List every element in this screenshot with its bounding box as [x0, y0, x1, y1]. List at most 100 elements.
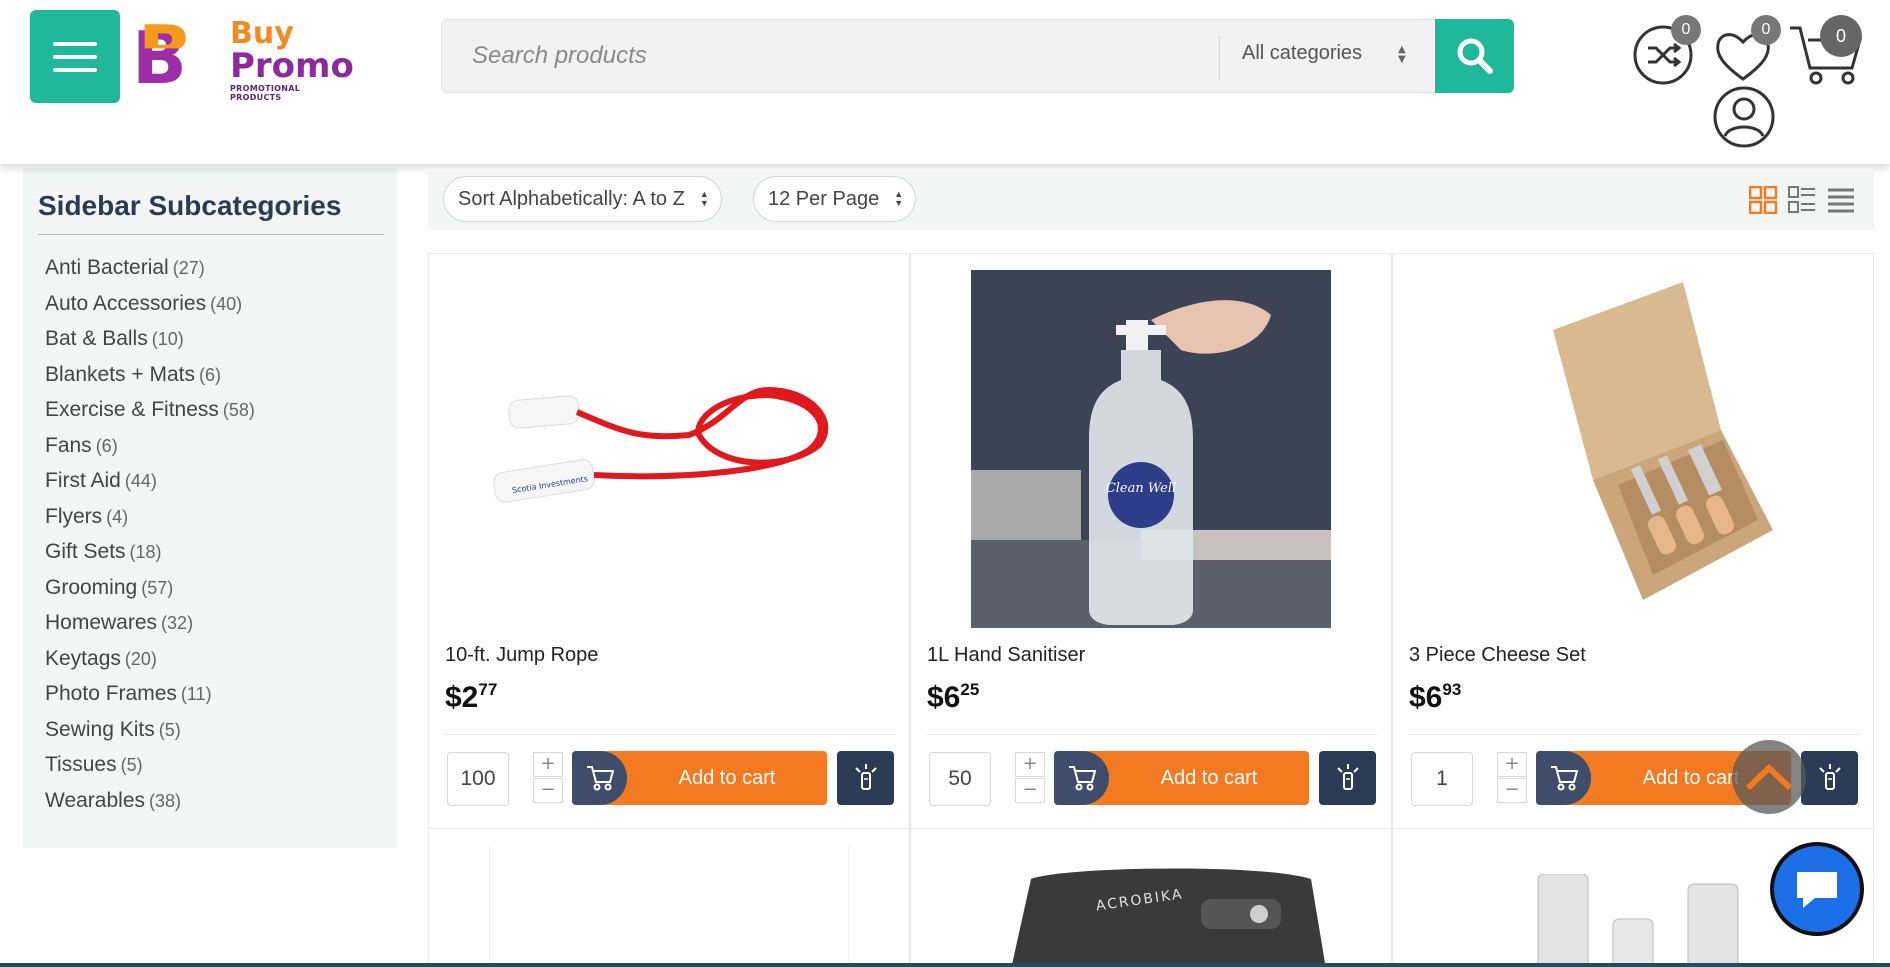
search-input[interactable] — [472, 42, 1192, 70]
price-dollars: $6 — [927, 681, 961, 714]
product-image[interactable]: Clean Well — [971, 270, 1331, 628]
subcategory-item[interactable]: First Aid (44) — [45, 469, 255, 505]
quick-quote-button[interactable] — [837, 751, 894, 805]
product-image[interactable] — [489, 845, 849, 967]
price-cents: 93 — [1442, 680, 1462, 699]
quantity-increase-button[interactable]: + — [533, 752, 563, 777]
subcategory-label: Photo Frames — [45, 682, 177, 705]
quantity-increase-button[interactable]: + — [1497, 752, 1527, 777]
subcategory-label: Grooming — [45, 575, 138, 599]
subcategory-count: (38) — [149, 790, 182, 811]
sort-select[interactable]: Sort Alphabetically: A to Z ▲ ▼ — [443, 176, 722, 222]
subcategory-item[interactable]: Bat & Balls (10) — [45, 327, 255, 363]
search-bar: All categories ▲▼ — [441, 19, 1514, 93]
product-image[interactable] — [1453, 270, 1813, 628]
product-price: $625 — [927, 680, 979, 715]
subcategory-item[interactable]: Photo Frames (11) — [45, 682, 255, 718]
subcategory-item[interactable]: Homewares (32) — [45, 611, 255, 647]
subcategory-count: (58) — [222, 400, 255, 420]
quantity-decrease-button[interactable]: − — [1497, 778, 1527, 803]
subcategory-item[interactable]: Wearables (38) — [45, 789, 255, 825]
quantity-input[interactable]: 50 — [929, 752, 991, 806]
chat-button[interactable] — [1770, 842, 1864, 936]
subcategory-count: (10) — [151, 329, 184, 349]
cart-icon — [1536, 751, 1591, 805]
subcategory-item[interactable]: Sewing Kits (5) — [45, 718, 255, 754]
subcategory-count: (5) — [158, 719, 181, 740]
bottles-image[interactable] — [1513, 874, 1773, 967]
add-to-cart-label: Add to cart — [678, 767, 776, 789]
subcategory-item[interactable]: Anti Bacterial (27) — [45, 256, 255, 292]
subcategory-item[interactable]: Grooming (57) — [45, 576, 255, 612]
subcategory-item[interactable]: Fans (6) — [45, 434, 255, 470]
divider — [1409, 734, 1859, 735]
product-toolbar: Sort Alphabetically: A to Z ▲ ▼ 12 Per Pa… — [428, 172, 1874, 230]
select-arrows-icon: ▲ ▼ — [699, 189, 709, 208]
add-to-cart-label: Add to cart — [1160, 767, 1258, 789]
subcategory-label: Flyers — [45, 504, 103, 528]
per-page-select[interactable]: 12 Per Page ▲ ▼ — [753, 176, 917, 222]
back-to-top-button[interactable] — [1732, 740, 1806, 814]
select-arrows-icon: ▲ ▼ — [894, 189, 904, 208]
product-name[interactable]: 10-ft. Jump Rope — [445, 644, 598, 667]
price-cents: 77 — [478, 680, 498, 699]
subcategory-count: (6) — [95, 435, 118, 456]
product-name[interactable]: 3 Piece Cheese Set — [1409, 644, 1586, 667]
menu-toggle-button[interactable] — [30, 10, 120, 103]
divider — [1219, 36, 1220, 80]
subcategory-item[interactable]: Exercise & Fitness (58) — [45, 398, 255, 434]
quick-quote-button[interactable] — [1801, 751, 1858, 805]
add-to-cart-button[interactable]: Add to cart — [572, 751, 827, 805]
quantity-increase-button[interactable]: + — [1015, 752, 1045, 777]
small-list-view-icon — [1788, 186, 1815, 213]
subcategory-count: (32) — [161, 613, 194, 633]
subcategory-count: (18) — [129, 542, 162, 562]
subcategory-item[interactable]: Flyers (4) — [45, 505, 255, 541]
subcategory-label: Exercise & Fitness — [45, 398, 219, 421]
sidebar-title: Sidebar Subcategories — [38, 190, 342, 221]
divider — [445, 734, 895, 735]
quantity-decrease-button[interactable]: − — [533, 778, 563, 803]
subcategory-item[interactable]: Tissues (5) — [45, 753, 255, 789]
search-button[interactable] — [1435, 19, 1514, 93]
quick-quote-button[interactable] — [1319, 751, 1376, 805]
user-icon — [1713, 86, 1775, 148]
wishlist-count-badge: 0 — [1751, 15, 1781, 45]
subcategory-label: First Aid — [45, 469, 121, 492]
bulb-icon — [854, 764, 877, 790]
subcategory-label: Tissues — [45, 753, 117, 776]
subcategory-label: Sewing Kits — [45, 717, 155, 741]
category-select[interactable]: All categories — [1242, 42, 1402, 65]
subcategory-item[interactable]: Blankets + Mats (6) — [45, 363, 255, 399]
subcategory-item[interactable]: Keytags (20) — [45, 647, 255, 683]
grid-view-button[interactable] — [1748, 185, 1778, 215]
subcategory-count: (4) — [106, 506, 129, 527]
subcategory-item[interactable]: Gift Sets (18) — [45, 540, 255, 576]
subcategory-count: (44) — [124, 471, 157, 491]
product-image[interactable]: Scotia Investments — [489, 270, 849, 628]
price-cents: 25 — [960, 680, 980, 699]
bulb-icon — [1818, 764, 1841, 790]
logo-text-promo: Promo — [230, 46, 354, 86]
quantity-decrease-button[interactable]: − — [1015, 778, 1045, 803]
site-logo[interactable]: B B Buy Promo PROMOTIONAL PRODUCTS — [132, 16, 354, 102]
subcategory-count: (40) — [210, 293, 243, 314]
add-to-cart-button[interactable]: Add to cart — [1054, 751, 1309, 805]
card-wallet-image[interactable]: ACROBIKA — [1001, 859, 1341, 967]
hand-sanitiser-image: Clean Well — [971, 270, 1331, 628]
quantity-input[interactable]: 1 — [1411, 752, 1473, 806]
subcategory-count: (6) — [198, 364, 221, 385]
subcategory-label: Fans — [45, 433, 92, 457]
product-price: $277 — [445, 680, 497, 715]
quantity-input[interactable]: 100 — [447, 752, 509, 806]
subcategory-item[interactable]: Auto Accessories (40) — [45, 292, 255, 328]
price-dollars: $2 — [445, 681, 479, 714]
product-name[interactable]: 1L Hand Sanitiser — [927, 644, 1085, 667]
account-button[interactable] — [1713, 86, 1775, 148]
list-view-button[interactable] — [1827, 186, 1855, 214]
small-list-view-button[interactable] — [1788, 186, 1816, 214]
subcategory-list: Anti Bacterial (27) Auto Accessories (40) … — [45, 256, 255, 824]
sidebar: Sidebar Subcategories Anti Bacterial (27)… — [23, 168, 397, 848]
product-card: Scotia Investments 10-ft. Jump Rope $277… — [428, 253, 910, 829]
subcategory-count: (20) — [124, 648, 157, 669]
